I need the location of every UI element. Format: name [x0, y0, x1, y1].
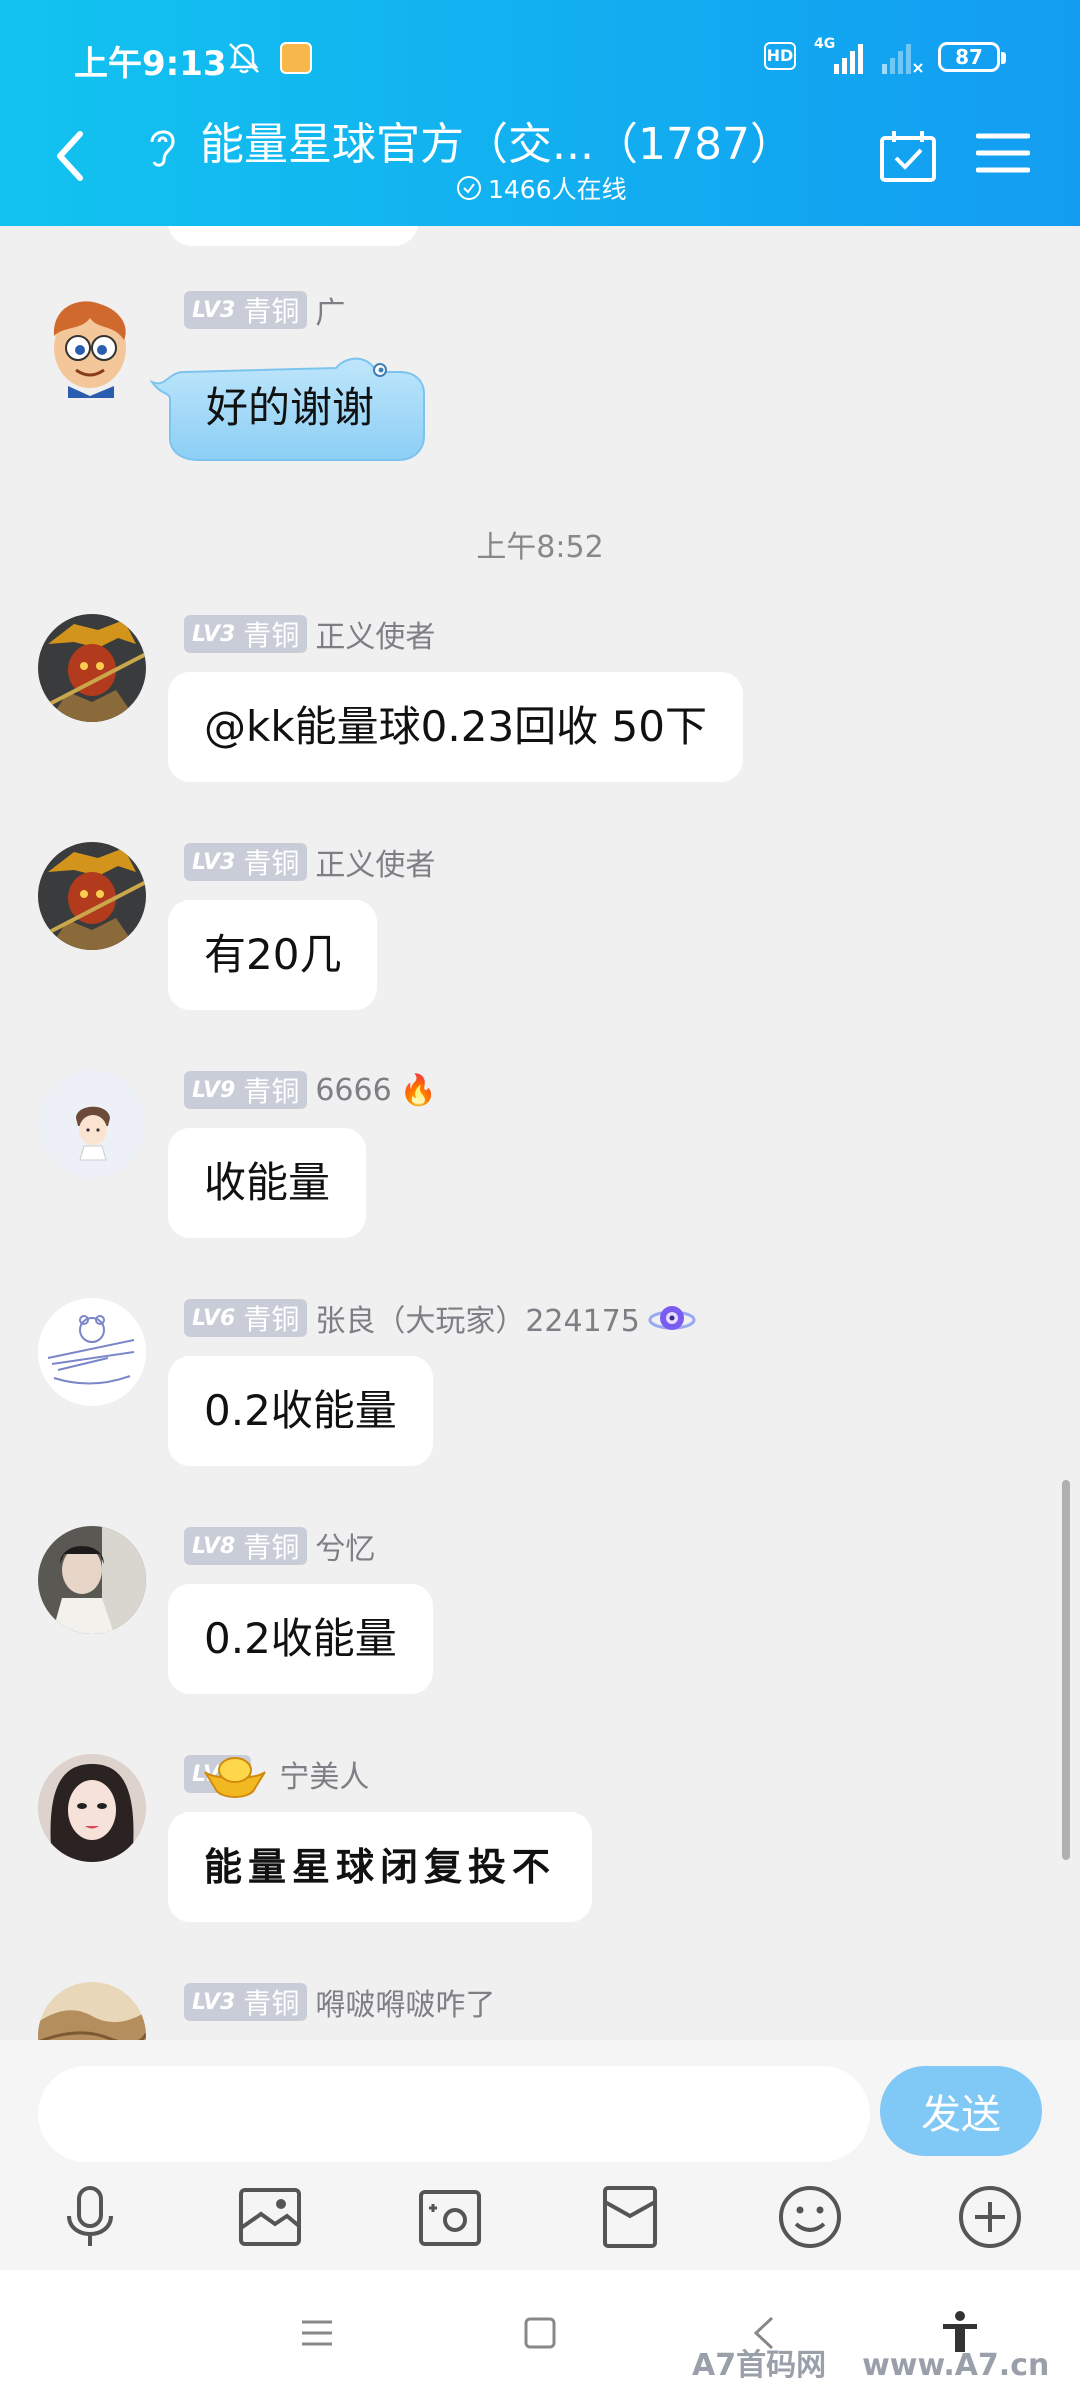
fire-badge-icon: 🔥 — [399, 1072, 438, 1108]
avatar[interactable] — [38, 1298, 146, 1406]
online-count-text: 1466人在线 — [488, 175, 627, 204]
sender-name[interactable]: 兮忆 — [315, 1524, 375, 1568]
timestamp-divider: 上午8:52 — [476, 530, 604, 565]
check-circle-icon — [457, 176, 481, 200]
avatar[interactable] — [38, 1982, 146, 2040]
level-label: LV3 — [192, 621, 236, 647]
rank-label: 青铜 — [243, 619, 300, 652]
group-title[interactable]: 能量星球官方（交...（1787） — [200, 108, 794, 172]
sender-meta: LV3 青铜 嘚啵嘚啵咋了 — [184, 1980, 495, 2024]
message-bubble[interactable]: 收能量 — [168, 1128, 367, 1238]
level-badge: LV6 青铜 — [184, 1299, 308, 1337]
system-navigation-bar: A7首码网 www.A7.cn — [0, 2270, 1080, 2400]
level-label: LV3 — [192, 1989, 236, 2015]
level-label: LV8 — [192, 1533, 236, 1559]
level-badge: LV3 青铜 — [184, 615, 308, 653]
microphone-icon[interactable] — [55, 2182, 125, 2252]
level-label: LV3 — [192, 297, 236, 323]
online-count: 1466人在线 — [456, 170, 627, 206]
sender-name[interactable]: 正义使者 — [315, 840, 435, 884]
notification-app-icon — [280, 42, 312, 74]
level-label: LV3 — [192, 849, 236, 875]
battery-indicator: 87 — [938, 42, 1006, 72]
back-arrow-icon[interactable] — [50, 126, 90, 186]
level-badge: LV9 青铜 — [184, 1071, 308, 1109]
watermark: A7首码网 www.A7.cn — [692, 2340, 1049, 2384]
watermark-right: www.A7.cn — [862, 2348, 1050, 2383]
status-bar: 上午9:13 HD 4G 87 — [0, 30, 1080, 90]
rank-label: 青铜 — [243, 1303, 300, 1336]
level-badge: LV8 青铜 — [184, 1527, 308, 1565]
image-icon[interactable] — [235, 2182, 305, 2252]
sender-name[interactable]: 宁美人 — [279, 1752, 369, 1796]
chat-message-list[interactable]: LV3 青铜 广 好的谢谢 上午8:52 LV3 青铜 正义使者 @kk能量球0… — [0, 226, 1080, 2040]
send-button[interactable]: 发送 — [880, 2066, 1042, 2156]
avatar[interactable] — [38, 290, 146, 398]
message-bubble[interactable]: 有20几 — [168, 900, 378, 1010]
level-label: LV6 — [192, 1305, 236, 1331]
avatar[interactable] — [38, 842, 146, 950]
message-bubble[interactable]: 能量星球闭复投不 — [168, 1812, 593, 1922]
menu-icon[interactable] — [976, 130, 1030, 176]
rank-label: 青铜 — [243, 1075, 300, 1108]
signal-weak-icon — [882, 44, 923, 74]
sender-meta: LV3 青铜 正义使者 — [184, 612, 435, 656]
message-bubble[interactable]: 0.2收能量 — [168, 1356, 433, 1466]
recent-apps-icon[interactable] — [292, 2308, 342, 2358]
sender-meta: LV9 青铜 6666 🔥 — [184, 1070, 437, 1110]
input-area: 发送 — [0, 2040, 1080, 2270]
rank-label: 青铜 — [243, 847, 300, 880]
mute-bell-icon — [229, 43, 259, 74]
message-text[interactable]: 好的谢谢 — [206, 374, 374, 435]
message-bubble[interactable]: @kk能量球0.23回收 50下 — [168, 672, 743, 782]
sender-meta: LV3 青铜 广 — [184, 288, 345, 332]
earpiece-mode-icon[interactable] — [142, 120, 182, 170]
plus-icon[interactable] — [955, 2182, 1025, 2252]
sender-meta: LV3 宁美人 — [184, 1752, 369, 1798]
network-gen-label: 4G — [814, 36, 835, 52]
home-icon[interactable] — [515, 2308, 565, 2358]
gold-ingot-icon — [204, 1757, 267, 1798]
sender-meta: LV8 青铜 兮忆 — [184, 1524, 375, 1568]
sender-name[interactable]: 6666 — [315, 1073, 391, 1108]
rank-label: 青铜 — [243, 1531, 300, 1564]
sender-meta: LV3 青铜 正义使者 — [184, 840, 435, 884]
signal-4g-icon: 4G — [814, 36, 863, 74]
message-bubble[interactable]: 0.2收能量 — [168, 1584, 433, 1694]
message-input[interactable] — [38, 2066, 870, 2162]
red-packet-icon[interactable] — [595, 2182, 665, 2252]
sender-meta: LV6 青铜 张良（大玩家）224175 — [184, 1296, 696, 1340]
level-label: LV9 — [192, 1077, 236, 1103]
planet-badge-icon — [648, 1306, 696, 1330]
level-badge: LV3 青铜 — [184, 1983, 308, 2021]
level-badge: LV3 青铜 — [184, 291, 308, 329]
camera-icon[interactable] — [415, 2182, 485, 2252]
calendar-check-icon[interactable] — [878, 128, 938, 184]
avatar[interactable] — [38, 614, 146, 722]
sender-name[interactable]: 张良（大玩家）224175 — [315, 1296, 640, 1340]
chat-header: 上午9:13 HD 4G 87 能量星球官方（交...（1787） 1466人在… — [0, 0, 1080, 226]
rank-label: 青铜 — [243, 295, 300, 328]
avatar[interactable] — [38, 1526, 146, 1634]
sender-name[interactable]: 广 — [315, 288, 345, 332]
status-time: 上午9:13 — [74, 44, 227, 84]
level-badge: LV3 青铜 — [184, 843, 308, 881]
rank-label: 青铜 — [243, 1987, 300, 2020]
sender-name[interactable]: 嘚啵嘚啵咋了 — [315, 1980, 495, 2024]
avatar[interactable] — [38, 1070, 146, 1178]
sender-name[interactable]: 正义使者 — [315, 612, 435, 656]
watermark-left: A7首码网 — [692, 2348, 827, 2383]
hd-voice-icon: HD — [764, 42, 796, 70]
scrollbar[interactable] — [1062, 1480, 1070, 1860]
avatar[interactable] — [38, 1754, 146, 1862]
previous-message-bubble[interactable] — [168, 226, 418, 246]
emoji-icon[interactable] — [775, 2182, 845, 2252]
